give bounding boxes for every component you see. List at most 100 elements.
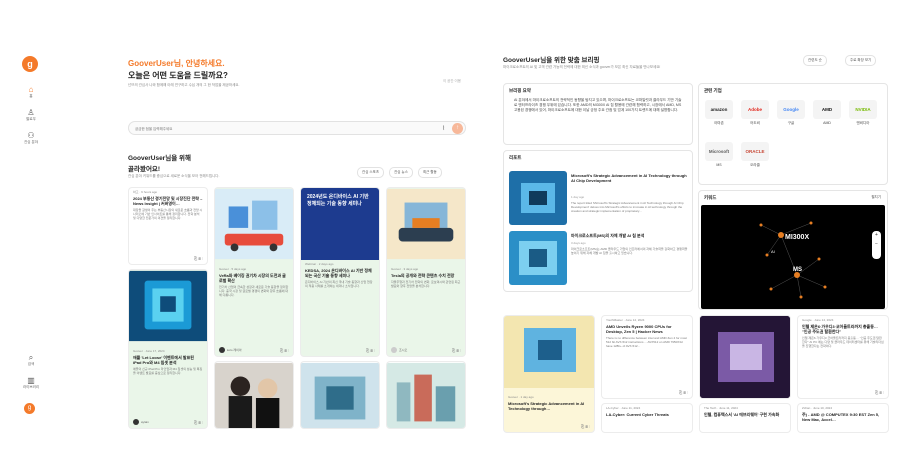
company-microsoft[interactable]: Microsoft MS [703,142,735,172]
card-snippet: 전기차 산업의 급속한 성장과 새로운 기술 동향을 정리합니다. 중국 시장 … [219,285,289,297]
keyword-graph[interactable]: MI300X MS AI [701,205,885,309]
filter-recent[interactable]: 최근 활동 [417,167,442,178]
help-link[interactable]: 이 공간 이용 [443,79,461,84]
library-icon: ▥ [27,376,35,385]
zoom-in-icon[interactable]: + [875,232,878,238]
filter-interest-news[interactable]: 관심 뉴스 [389,167,413,178]
filter-interest-sports[interactable]: 관심 스포츠 [357,167,385,178]
report-header: 리포트 [509,155,522,160]
share-icon[interactable]: ⎘ [194,420,197,425]
keyword-second: MS [793,267,802,273]
report-meta: 1 day ago [571,195,585,199]
share-icon[interactable]: ⎘ [452,348,455,353]
briefing-card[interactable]: YouthMaster · June 14, 2024 AMD Unveils … [601,315,693,399]
sort-dropdown[interactable]: 관련도 순 [803,55,827,66]
more-icon[interactable]: ⋮ [687,390,688,395]
summary-text: AI 분야에서 마이크로소프트의 전략적인 동향을 탐지고 있으며, 마이크로소… [514,98,682,113]
bookmark-icon[interactable]: ⊞ [198,256,201,261]
rail-item-library[interactable]: ▥ 라이브러리 [18,376,44,390]
keyword-box: 키워드 펼치기 MI300X MS AI + − [698,190,888,310]
report-item[interactable]: 마이크로소프트(MS)의 자체 개발 AI 칩 분석 3 days ago 마이… [509,231,692,287]
report-meta: 3 days ago [571,241,586,245]
share-icon[interactable]: ⎘ [280,348,283,353]
card-snippet: 온디바이스 AI 기반의 최신 국내 기술 동향과 산업 현장의 적용 사례를 … [305,280,373,288]
feed-card[interactable]: 하고 · 9 hours ago 2024 부동산 경기전망 및 시장진단 전략… [128,187,208,265]
share-icon[interactable]: ⎘ [366,348,369,353]
briefing-card[interactable]: Zchan · June 10, 2024 주) - AMD @ COMPUTE… [797,403,889,433]
card-actions: ⎘ ⊞ ⋮ [194,420,203,425]
zoom-out-icon[interactable]: − [875,241,878,247]
company-nvidia[interactable]: NVIDIA 엔비디아 [847,100,879,130]
goover-logo-icon[interactable]: g [22,56,38,72]
briefing-card[interactable]: The Tech · June 11, 2024 인텔, 컴퓨텍스서 'AI 에… [699,403,791,433]
card-actions: ⎘ ⊞ ⋮ [280,348,289,353]
card-actions: ⎘ ⊞ ⋮ [875,390,884,395]
rail-item-search[interactable]: ⌕ 검색 [18,353,44,367]
rail-item-home[interactable]: ⌂ 홈 [18,85,44,99]
card-title: KEDSA, 2024 온디바이스 AI 기반 정체되는 국산 기술 동향 세미… [305,268,372,278]
feed-card[interactable]: 2024년도 온디바이스 AI 기반 정체되는 기술 동향 세미나 Webina… [300,187,380,357]
card-thumbnail-ipad [129,270,207,342]
report-title: Microsoft's Strategic Advancement in AI … [571,173,687,183]
company-oracle[interactable]: ORACLE 오라클 [739,142,771,172]
bookmark-icon[interactable]: ⊞ [683,390,686,395]
attach-icon[interactable]: ⌇ [442,125,445,132]
card-thumbnail-ev [215,188,293,260]
feed-card[interactable]: Goover · 3 days ago Tesla의 공개와 전략 콘텐츠 수치… [386,187,466,357]
card-actions: ⎘ ⊞ ⋮ [194,256,203,261]
card-thumbnail-tesla [387,188,465,260]
more-icon[interactable]: ⋮ [883,390,884,395]
report-item[interactable]: Microsoft's Strategic Advancement in AI … [509,171,692,227]
company-amd[interactable]: AMD AMD [811,100,843,130]
bookmark-icon[interactable]: ⊞ [879,390,882,395]
rail-item-follow[interactable]: ♙ 팔로우 [18,108,44,122]
feed-card[interactable] [214,361,294,429]
briefing-title: GooverUser님을 위한 맞춤 브리핑 [503,57,600,64]
briefing-card[interactable] [699,315,791,399]
keyword-network: MI300X MS AI [759,221,827,299]
feed-card[interactable] [386,361,466,429]
bookmark-icon[interactable]: ⊞ [456,348,459,353]
share-icon[interactable]: ⎘ [875,390,878,395]
more-icon[interactable]: ⋮ [288,348,289,353]
bookmark-icon[interactable]: ⊞ [198,420,201,425]
keyword-expand-button[interactable]: 펼치기 [871,195,881,200]
card-thumbnail-ai-chip [504,316,594,388]
rail-item-interest[interactable]: ⚇ 관심 분야 [18,131,44,145]
company-adobe[interactable]: Adobe 어도비 [739,100,771,130]
weekly-view-button[interactable]: 주로 확장 보기 [845,55,877,66]
company-google[interactable]: Google 구글 [775,100,807,130]
card-title: VeRa와 베이징 권기차 시장의 도전과 글로벌 확산 [219,273,286,283]
card-snippet: 애플의 신규 iPad Pro 라인업과 M4 칩셋의 성능 및 특징을 이벤트… [133,367,203,375]
card-title: Tesla의 공개와 전략 콘텐츠 수치 전망 [391,273,455,278]
more-icon[interactable]: ⋮ [374,348,375,353]
submit-arrow-icon[interactable]: ↑ [452,123,463,134]
more-icon[interactable]: ⋮ [202,420,203,425]
briefing-card[interactable]: LA-Cyber · June 11, 2024 LA-Cyber: Curre… [601,403,693,433]
group-icon: ⚇ [27,131,35,140]
share-icon[interactable]: ⎘ [679,390,682,395]
feed-card[interactable]: Goover · June 17, 2024 애플 'Let Loose' 이벤… [128,269,208,429]
report-title: 마이크로소프트(MS)의 자체 개발 AI 칩 분석 [571,233,645,238]
more-icon[interactable]: ⋮ [460,348,461,353]
user-avatar[interactable]: g [24,403,35,414]
share-icon[interactable]: ⎘ [581,424,584,429]
more-icon[interactable]: ⋮ [202,256,203,261]
author-avatar-icon [133,419,139,425]
nvidia-logo-icon: NVIDIA [849,100,877,119]
briefing-card[interactable]: Google · June 14, 2024 인텔 제온6·가우디3·코어울트라… [797,315,889,399]
more-icon[interactable]: ⋮ [589,424,590,429]
share-icon[interactable]: ⎘ [194,256,197,261]
company-amazon[interactable]: amazon 아마존 [703,100,735,130]
bookmark-icon[interactable]: ⊞ [284,348,287,353]
card-author: 조시오 [391,347,407,353]
section-subtitle: 관심 분야 키워드를 중심으로 새로운 소식을 모아 전해드립니다. [128,174,220,178]
search-input[interactable] [135,125,425,133]
briefing-card[interactable]: Goover · 1 day ago Microsoft's Strategic… [503,315,595,433]
feed-card[interactable] [300,361,380,429]
bookmark-icon[interactable]: ⊞ [370,348,373,353]
bookmark-icon[interactable]: ⊞ [585,424,588,429]
oracle-logo-icon: ORACLE [741,142,769,161]
keyword-main: MI300X [785,234,809,241]
feed-card[interactable]: Goover · 5 days ago VeRa와 베이징 권기차 시장의 도전… [214,187,294,357]
